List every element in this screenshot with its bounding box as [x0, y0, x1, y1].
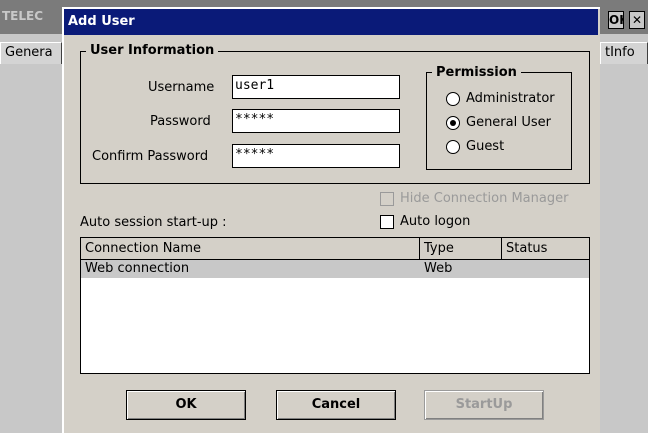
radio-guest-label[interactable]: Guest: [466, 139, 504, 155]
radio-general-user-label[interactable]: General User: [466, 115, 551, 131]
radio-administrator[interactable]: [446, 92, 460, 106]
radio-general-user[interactable]: [446, 116, 460, 130]
auto-logon-checkbox[interactable]: [380, 215, 394, 229]
connection-name-cell: Web connection: [85, 261, 190, 276]
username-label: Username: [148, 80, 215, 95]
hide-connection-manager-checkbox[interactable]: [380, 192, 394, 206]
radio-guest[interactable]: [446, 140, 460, 154]
column-header-connection-name[interactable]: Connection Name: [81, 238, 420, 259]
hide-connection-manager-label: Hide Connection Manager: [400, 191, 569, 206]
startup-button[interactable]: StartUp: [424, 390, 544, 420]
confirm-password-field[interactable]: *****: [232, 144, 400, 168]
password-label: Password: [150, 114, 211, 129]
add-user-dialog: Add User User Information Username user1…: [62, 7, 600, 433]
user-information-legend: User Information: [86, 43, 219, 58]
connection-list[interactable]: Connection Name Type Status Web connecti…: [80, 237, 590, 374]
confirm-password-label: Confirm Password: [92, 149, 209, 164]
password-field[interactable]: *****: [232, 109, 400, 133]
background-ok-button[interactable]: OK: [608, 11, 624, 29]
table-row[interactable]: Web connection Web: [81, 260, 589, 278]
tab-general[interactable]: Genera: [0, 42, 62, 64]
cancel-button[interactable]: Cancel: [276, 390, 396, 420]
auto-session-label: Auto session start-up :: [80, 215, 227, 230]
ok-button[interactable]: OK: [126, 390, 246, 420]
username-field[interactable]: user1: [232, 75, 400, 99]
column-header-type[interactable]: Type: [420, 238, 502, 259]
tab-info[interactable]: tInfo: [600, 42, 648, 64]
dialog-title: Add User: [64, 9, 598, 35]
connection-type-cell: Web: [424, 261, 453, 276]
background-window-title: TELEC: [2, 9, 44, 23]
column-header-status[interactable]: Status: [502, 238, 589, 259]
background-close-button[interactable]: ✕: [629, 11, 645, 29]
radio-administrator-label[interactable]: Administrator: [466, 91, 555, 107]
connection-list-header: Connection Name Type Status: [81, 238, 589, 260]
auto-logon-label[interactable]: Auto logon: [400, 214, 470, 230]
permission-legend: Permission: [432, 65, 521, 80]
